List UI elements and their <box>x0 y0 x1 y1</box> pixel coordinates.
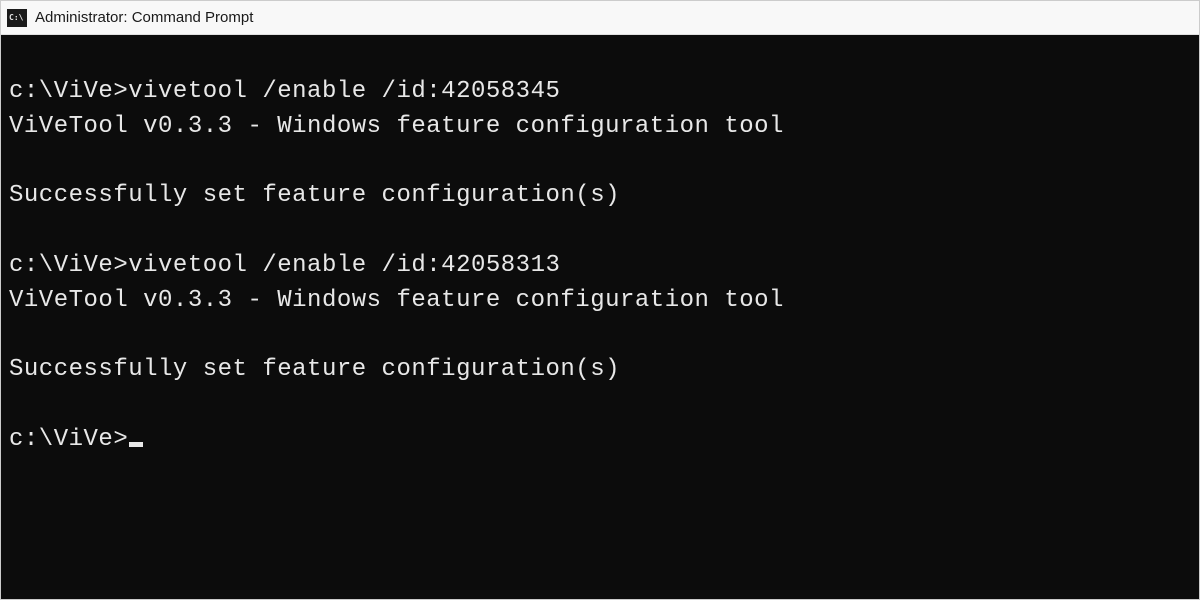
terminal-output-line: ViVeTool v0.3.3 - Windows feature config… <box>9 110 1191 145</box>
prompt-text: c:\ViVe> <box>9 426 128 453</box>
cmd-icon <box>7 9 27 27</box>
terminal-blank-line <box>9 388 1191 423</box>
terminal-output-line: ViVeTool v0.3.3 - Windows feature config… <box>9 284 1191 319</box>
terminal-output-line: Successfully set feature configuration(s… <box>9 353 1191 388</box>
terminal-command-line: c:\ViVe>vivetool /enable /id:42058345 <box>9 75 1191 110</box>
command-text: vivetool /enable /id:42058313 <box>128 252 560 279</box>
terminal-output-line <box>9 319 1191 354</box>
terminal-command-line: c:\ViVe>vivetool /enable /id:42058313 <box>9 249 1191 284</box>
terminal-output-line: Successfully set feature configuration(s… <box>9 179 1191 214</box>
terminal-blank-line <box>9 214 1191 249</box>
terminal-current-prompt[interactable]: c:\ViVe> <box>9 423 1191 458</box>
command-text: vivetool /enable /id:42058345 <box>128 78 560 105</box>
prompt-text: c:\ViVe> <box>9 252 128 279</box>
window-titlebar[interactable]: Administrator: Command Prompt <box>1 1 1199 35</box>
command-prompt-window: Administrator: Command Prompt c:\ViVe>vi… <box>0 0 1200 600</box>
terminal-output-area[interactable]: c:\ViVe>vivetool /enable /id:42058345ViV… <box>1 35 1199 599</box>
terminal-output-line <box>9 145 1191 180</box>
window-title: Administrator: Command Prompt <box>35 9 253 26</box>
prompt-text: c:\ViVe> <box>9 78 128 105</box>
cursor-icon <box>129 442 143 447</box>
